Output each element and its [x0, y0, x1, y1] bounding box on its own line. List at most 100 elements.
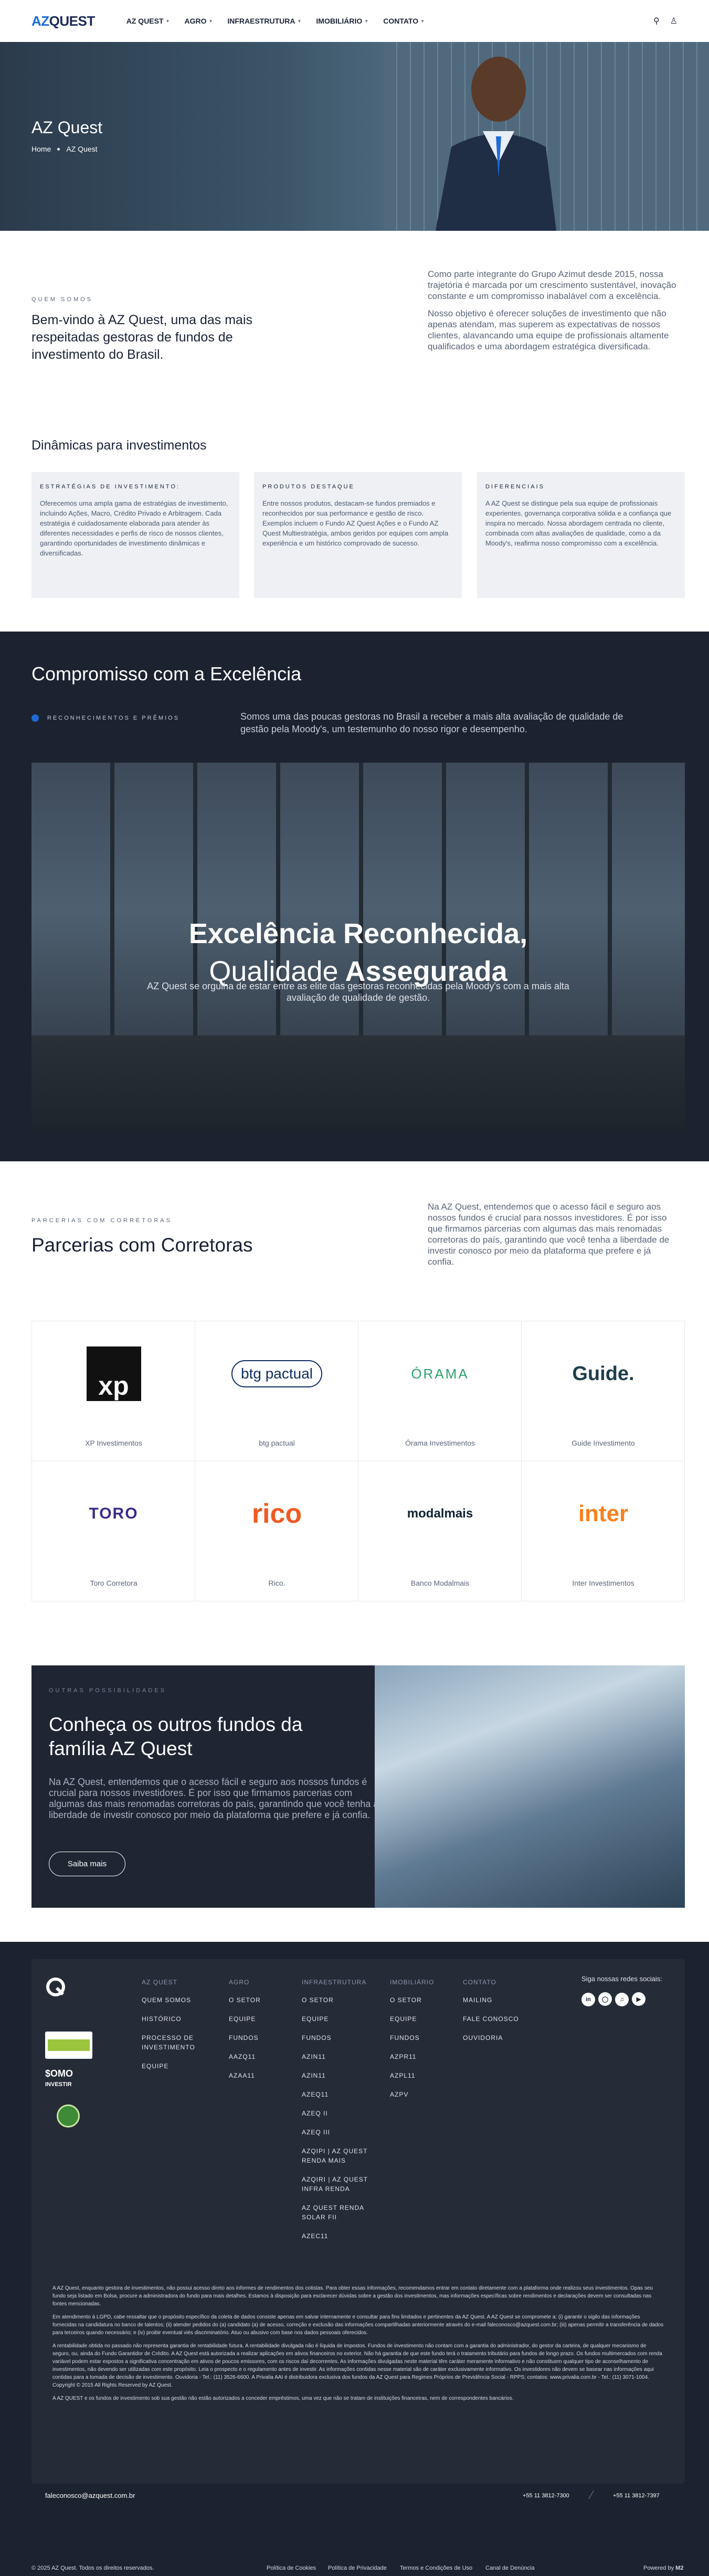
powered-by: Powered by M2 [643, 2565, 684, 2571]
footer-link[interactable]: FUNDOS [229, 2033, 281, 2043]
breadcrumb-home[interactable]: Home [31, 145, 51, 153]
footer-link[interactable]: EQUIPE [142, 2061, 205, 2071]
partners-grid: xp XP Investimentos btg pactual btg pact… [31, 1321, 685, 1601]
azquest-logo[interactable]: AZQUEST [31, 13, 95, 29]
footer-policy-link[interactable]: Política de Privacidade [328, 2565, 387, 2571]
youtube-icon[interactable]: ▶ [632, 1992, 645, 2006]
about-heading: Bem-vindo à AZ Quest, uma das mais respe… [31, 313, 253, 362]
breadcrumb-current: AZ Quest [66, 145, 98, 153]
footer-link[interactable]: EQUIPE [229, 2014, 281, 2024]
instagram-icon[interactable]: ◯ [598, 1992, 612, 2006]
footer-phone-1[interactable]: +55 11 3812-7300 [523, 2493, 569, 2499]
menu-item-infraestrutura[interactable]: INFRAESTRUTURA ▼ [227, 17, 301, 25]
cta-title: Conheça os outros fundos da família AZ Q… [49, 1714, 303, 1759]
linkedin-icon[interactable]: in [581, 1992, 595, 2006]
accessibility-icon[interactable]: ♙ [670, 16, 678, 26]
footer-link[interactable]: O SETOR [390, 1995, 448, 2005]
footer-link[interactable]: EQUIPE [302, 2014, 386, 2024]
footer-link[interactable]: MAILING [463, 1995, 526, 2005]
awards-kicker: RECONHECIMENTOS E PRÊMIOS [31, 714, 179, 722]
footer-policy-link[interactable]: Canal de Denúncia [485, 2565, 535, 2571]
excellence-title: Compromisso com a Excelência [31, 663, 302, 685]
partner-xp[interactable]: xp XP Investimentos [32, 1321, 195, 1461]
hero-banner: AZ Quest Home AZ Quest [0, 42, 709, 231]
breadcrumb-separator [57, 147, 60, 151]
footer-link[interactable]: EQUIPE [390, 2014, 448, 2024]
footer-link[interactable]: O SETOR [229, 1995, 281, 2005]
rico-logo: rico [251, 1499, 302, 1529]
menu-item-agro[interactable]: AGRO ▼ [184, 17, 213, 25]
card-title: PRODUTOS DESTAQUE [262, 484, 355, 490]
partner-toro[interactable]: TORO Toro Corretora [32, 1461, 195, 1601]
other-funds-banner: OUTRAS POSSIBILIDADES Conheça os outros … [31, 1665, 685, 1908]
skyscraper-image [375, 1665, 685, 1908]
footer-policy-link[interactable]: Termos e Condições de Uso [400, 2565, 472, 2571]
orama-logo: ÓRAMA [411, 1365, 469, 1382]
cta-kicker: OUTRAS POSSIBILIDADES [49, 1687, 166, 1694]
footer-link[interactable]: AZPR11 [390, 2052, 448, 2061]
excellence-text: Somos uma das poucas gestoras no Brasil … [240, 711, 623, 734]
guide-logo: Guide. [572, 1362, 634, 1385]
card-text: Oferecemos uma ampla gama de estratégias… [40, 499, 228, 557]
menu-item-imobiliario[interactable]: IMOBILIÁRIO ▼ [316, 17, 368, 25]
menu-item-contato[interactable]: CONTATO ▼ [383, 17, 425, 25]
footer-link[interactable]: HISTÓRICO [142, 2014, 205, 2024]
xp-logo: xp [32, 1321, 195, 1426]
footer-link[interactable]: QUEM SOMOS [142, 1995, 205, 2005]
footer-link[interactable]: AZEQ11 [302, 2090, 386, 2099]
office-image: Excelência Reconhecida, Qualidade Assegu… [31, 763, 685, 1130]
footer-link[interactable]: FUNDOS [390, 2033, 448, 2043]
footer-link[interactable]: AZIN11 [302, 2052, 386, 2061]
como-investir-logo: $OMO INVESTIR [45, 2068, 73, 2088]
toro-logo: TORO [89, 1505, 139, 1522]
footer-col-infra: INFRAESTRUTURA O SETOR EQUIPE FUNDOS AZI… [302, 1979, 386, 2241]
partner-btg[interactable]: btg pactual btg pactual [195, 1321, 358, 1461]
main-menu: AZ QUEST ▼ AGRO ▼ INFRAESTRUTURA ▼ IMOBILIÁ… [126, 17, 425, 25]
footer-link[interactable]: AZEQ II [302, 2109, 386, 2118]
excellence-subtext: AZ Quest se orgulha de estar entre as el… [147, 981, 569, 1003]
partner-guide[interactable]: Guide. Guide Investimento [522, 1321, 685, 1461]
footer-col-imobiliario: IMOBILIÁRIO O SETOR EQUIPE FUNDOS AZPR11… [390, 1979, 448, 2099]
chevron-down-icon: ▼ [364, 18, 369, 24]
footer-link[interactable]: AZIN11 [302, 2071, 386, 2080]
partners-text: Na AZ Quest, entendemos que o acesso fác… [428, 1202, 670, 1267]
chevron-down-icon: ▼ [420, 18, 425, 24]
footer-link[interactable]: FALE CONOSCO [463, 2014, 526, 2024]
footer-link[interactable]: AZPV [390, 2090, 448, 2099]
legal-paragraph: A AZ Quest, enquanto gestora de investim… [52, 2285, 653, 2307]
footer-link[interactable]: AZPL11 [390, 2071, 448, 2080]
search-icon[interactable]: ⚲ [653, 16, 660, 26]
partner-modalmais[interactable]: modalmais Banco Modalmais [358, 1461, 522, 1601]
top-navbar: AZQUEST AZ QUEST ▼ AGRO ▼ INFRAESTRUTURA ▼ … [0, 0, 709, 42]
partners-kicker: PARCERIAS COM CORRETORAS [31, 1217, 172, 1224]
footer-link[interactable]: PROCESSO DE INVESTIMENTO [142, 2033, 205, 2052]
dynamics-card: ESTRATÉGIAS DE INVESTIMENTO: Oferecemos … [31, 472, 239, 598]
footer-link[interactable]: OUVIDORIA [463, 2033, 526, 2043]
footer-link[interactable]: AZ QUEST RENDA SOLAR FII [302, 2203, 386, 2222]
footer-policy-link[interactable]: Política de Cookies [267, 2565, 316, 2571]
footer-col-contato: CONTATO MAILING FALE CONOSCO OUVIDORIA [463, 1979, 526, 2043]
social-links: Siga nossas redes sociais: in ◯ ♫ ▶ [581, 1975, 662, 2006]
card-text: Entre nossos produtos, destacam-se fundo… [262, 499, 449, 547]
footer-link[interactable]: AZAA11 [229, 2071, 281, 2080]
partner-rico[interactable]: rico Rico. [195, 1461, 358, 1601]
partner-inter[interactable]: inter Inter Investimentos [522, 1461, 685, 1601]
legal-paragraph: A AZ QUEST e os fundos de investimento s… [52, 2396, 514, 2401]
footer-link[interactable]: AZEC11 [302, 2231, 386, 2241]
nav-actions: ⚲ ♙ [653, 16, 678, 26]
footer-phone-2[interactable]: +55 11 3812-7397 [613, 2493, 660, 2499]
footer-link[interactable]: FUNDOS [302, 2033, 386, 2043]
legal-paragraph: Em atendimento à LGPD, cabe ressaltar qu… [52, 2314, 664, 2336]
footer-link[interactable]: AZQIPI | AZ QUEST RENDA MAIS [302, 2146, 386, 2165]
dynamics-card: PRODUTOS DESTAQUE Entre nossos produtos,… [254, 472, 462, 598]
spotify-icon[interactable]: ♫ [615, 1992, 629, 2006]
card-title: ESTRATÉGIAS DE INVESTIMENTO: [40, 484, 180, 490]
partner-orama[interactable]: ÓRAMA Órama Investimentos [358, 1321, 522, 1461]
footer-link[interactable]: O SETOR [302, 1995, 386, 2005]
footer-link[interactable]: AAZQ11 [229, 2052, 281, 2061]
saiba-mais-button[interactable]: Saiba mais [49, 1852, 125, 1876]
footer-email-link[interactable]: faleconosco@azquest.com.br [45, 2492, 135, 2499]
menu-item-azquest[interactable]: AZ QUEST ▼ [126, 17, 170, 25]
footer-link[interactable]: AZEQ III [302, 2128, 386, 2137]
footer-link[interactable]: AZQIRI | AZ QUEST INFRA RENDA [302, 2175, 386, 2194]
